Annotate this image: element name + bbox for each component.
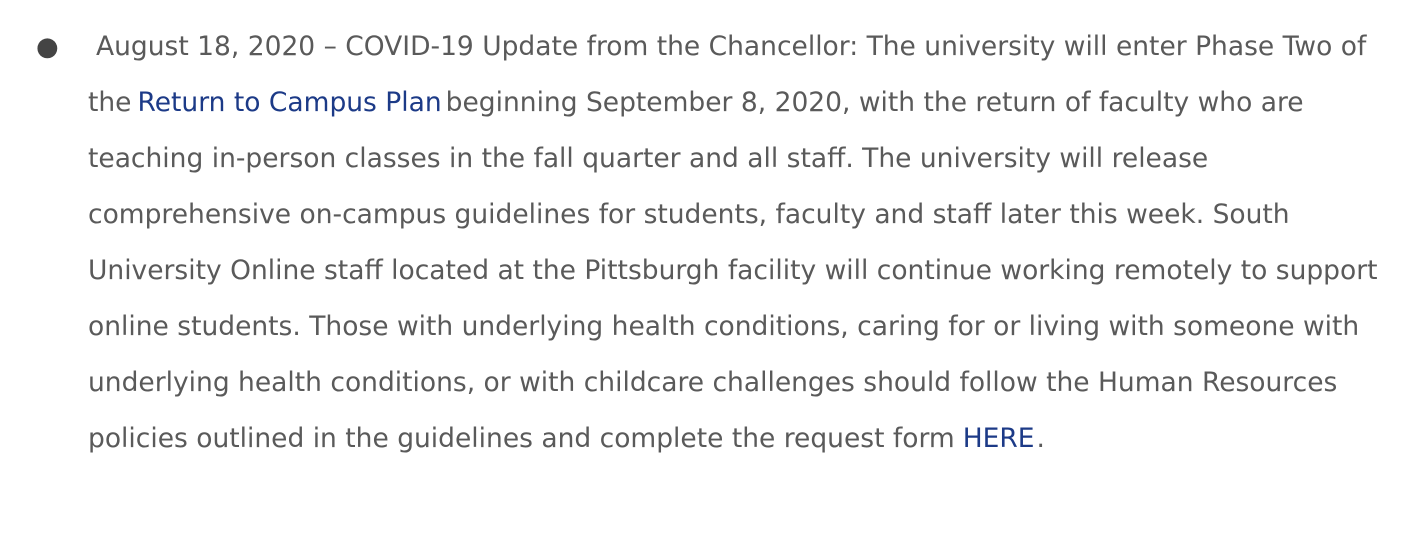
update-text-part-2: beginning September 8, 2020, with the re… [88, 87, 1378, 454]
request-form-link[interactable]: HERE [963, 423, 1035, 454]
update-list: ● August 18, 2020 – COVID-19 Update from … [0, 0, 1426, 467]
update-text-end: . [1036, 423, 1045, 454]
update-date-heading: August 18, 2020 – COVID-19 Update from t… [96, 31, 859, 62]
bullet-icon: ● [36, 32, 59, 62]
list-item: ● August 18, 2020 – COVID-19 Update from … [36, 19, 1378, 467]
return-to-campus-plan-link[interactable]: Return to Campus Plan [138, 87, 442, 118]
